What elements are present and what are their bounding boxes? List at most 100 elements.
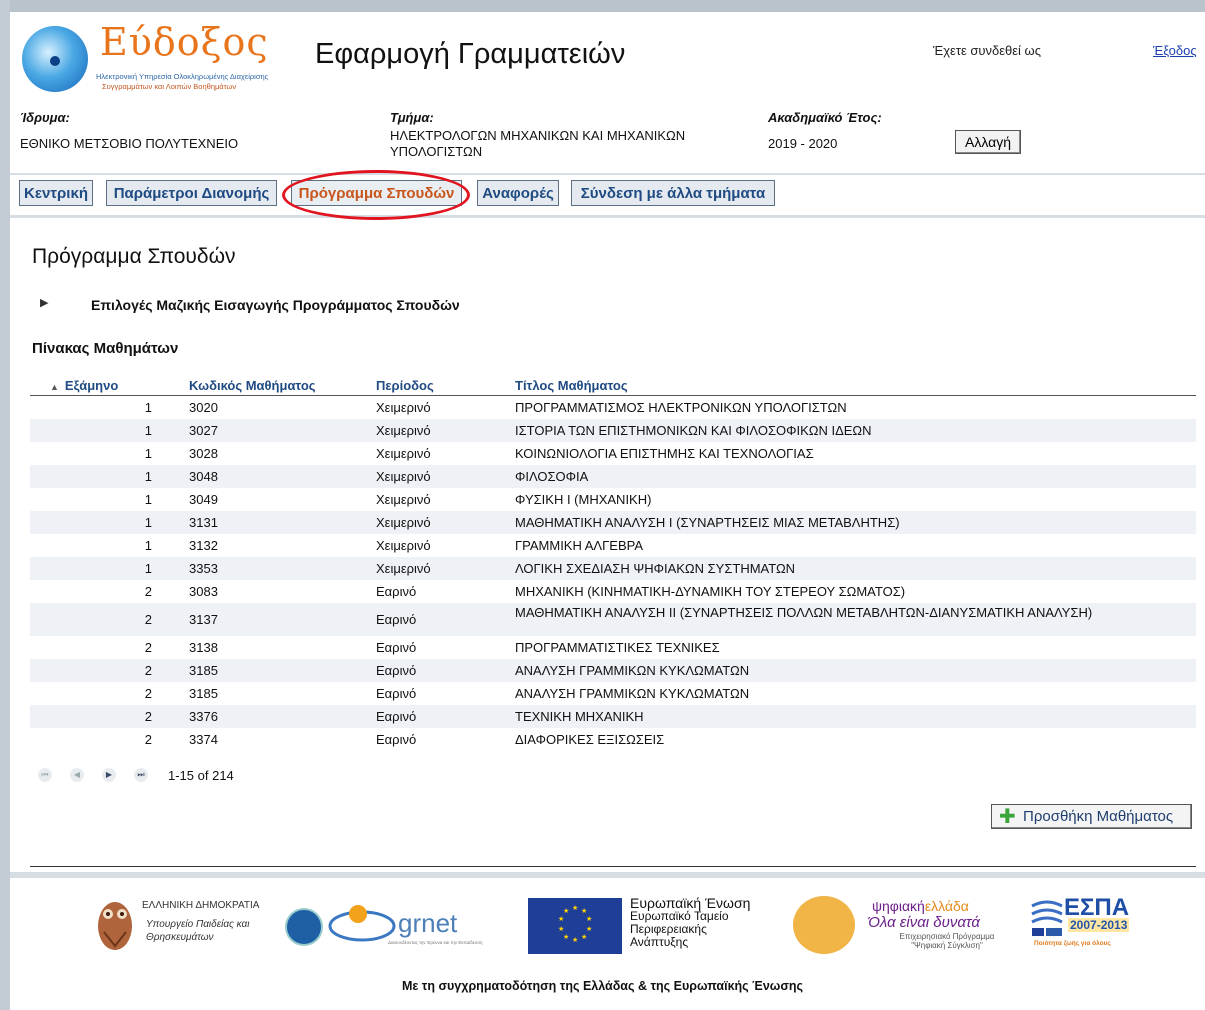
logo-name: Εύδοξος [100,20,269,64]
tab-home[interactable]: Κεντρική [19,180,93,206]
app-title: Εφαρμογή Γραμματειών [315,38,626,70]
cell-semester: 1 [144,423,152,438]
table-row[interactable]: 1 3353 Χειμερινό ΛΟΓΙΚΗ ΣΧΕΔΙΑΣΗ ΨΗΦΙΑΚΩΝ Σ… [30,557,1196,580]
table-body: 1 3020 Χειμερινό ΠΡΟΓΡΑΜΜΑΤΙΣΜΟΣ ΗΛΕΚΤΡΟΝΙΚ… [30,396,1196,751]
cell-course-code: 3048 [189,469,218,484]
table-row[interactable]: 1 3028 Χειμερινό ΚΟΙΝΩΝΙΟΛΟΓΙΑ ΕΠΙΣΤΗΜΗΣ ΚΑ… [30,442,1196,465]
cell-semester: 1 [144,400,152,415]
cell-period: Χειμερινό [376,423,431,438]
cell-period: Εαρινό [376,612,417,627]
cell-semester: 2 [144,640,152,655]
tab-reports[interactable]: Αναφορές [477,180,559,206]
previous-page-icon[interactable]: ◀ [70,768,84,782]
cell-period: Εαρινό [376,663,417,678]
logo-subtitle-2: Συγγραμμάτων και Λοιπών Βοηθημάτων [102,82,237,91]
table-row[interactable]: 2 3138 Εαρινό ΠΡΟΓΡΑΜΜΑΤΙΣΤΙΚΕΣ ΤΕΧΝΙΚΕΣ [30,636,1196,659]
change-year-button[interactable]: Αλλαγή [955,130,1021,154]
table-row[interactable]: 1 3020 Χειμερινό ΠΡΟΓΡΑΜΜΑΤΙΣΜΟΣ ΗΛΕΚΤΡΟΝΙΚ… [30,396,1196,419]
cell-title: ΦΥΣΙΚΗ Ι (ΜΗΧΑΝΙΚΗ) [515,492,652,507]
cell-semester: 1 [144,561,152,576]
cell-period: Χειμερινό [376,492,431,507]
cell-period: Χειμερινό [376,446,431,461]
svg-text:★: ★ [581,933,587,941]
table-row[interactable]: 2 3374 Εαρινό ΔΙΑΦΟΡΙΚΕΣ ΕΞΙΣΩΣΕΙΣ [30,728,1196,751]
cell-course-code: 3083 [189,584,218,599]
column-header-course-code[interactable]: Κωδικός Μαθήματος [189,378,316,393]
espa-waves-icon [1031,900,1063,936]
espa-logo: ΕΣΠΑ 2007-2013 Ποιότητα ζωής για όλους [1030,894,1130,954]
table-row[interactable]: 2 3185 Εαρινό ΑΝΑΛΥΣΗ ΓΡΑΜΜΙΚΩΝ ΚΥΚΛΩΜΑΤΩΝ [30,659,1196,682]
cell-title: ΑΝΑΛΥΣΗ ΓΡΑΜΜΙΚΩΝ ΚΥΚΛΩΜΑΤΩΝ [515,663,750,678]
cell-period: Χειμερινό [376,469,431,484]
plus-icon: ✚ [999,806,1016,828]
table-header: ▲ Εξάμηνο Κωδικός Μαθήματος Περίοδος Τίτλ… [30,375,1196,396]
bulk-import-toggle[interactable]: Επιλογές Μαζικής Εισαγωγής Προγράμματος … [91,297,460,313]
grnet-logo[interactable]: grnet Διασυνδέοντας την Έρευνα και την Ε… [326,894,526,954]
svg-text:★: ★ [586,925,592,933]
cell-title: ΓΡΑΜΜΙΚΗ ΑΛΓΕΒΡΑ [515,538,643,553]
last-page-icon[interactable]: ⏭ [134,768,148,782]
cell-period: Εαρινό [376,732,417,747]
cell-course-code: 3137 [189,612,218,627]
cell-title: ΜΗΧΑΝΙΚΗ (ΚΙΝΗΜΑΤΙΚΗ-ΔΥΝΑΜΙΚΗ ΤΟΥ ΣΤΕΡΕΟ… [515,584,906,599]
grnet-arc-icon [328,905,396,942]
cell-course-code: 3049 [189,492,218,507]
sort-asc-icon: ▲ [50,382,59,392]
digital-greece-title: ψηφιακήελλάδα [872,898,969,914]
department-label: Τμήμα: [390,110,434,125]
tab-link-departments[interactable]: Σύνδεση με άλλα τμήματα [571,180,775,206]
tab-distribution-parameters[interactable]: Παράμετροι Διανομής [106,180,277,206]
first-page-icon[interactable]: ⏮ [38,768,52,782]
expand-triangle-icon[interactable]: ▶ [40,296,48,309]
cell-title: ΦΙΛΟΣΟΦΙΑ [515,469,589,484]
espa-years: 2007-2013 [1068,918,1130,932]
institution-label: Ίδρυμα: [20,110,70,125]
browser-frame-top [0,0,1205,12]
cell-period: Χειμερινό [376,561,431,576]
svg-text:★: ★ [572,904,578,912]
table-row[interactable]: 2 3083 Εαρινό ΜΗΧΑΝΙΚΗ (ΚΙΝΗΜΑΤΙΚΗ-ΔΥΝΑΜΙΚΗ… [30,580,1196,603]
department-value: ΗΛΕΚΤΡΟΛΟΓΩΝ ΜΗΧΑΝΙΚΩΝ ΚΑΙ ΜΗΧΑΝΙΚΩΝ ΥΠΟ… [390,128,686,159]
cell-course-code: 3376 [189,709,218,724]
cell-title: ΑΝΑΛΥΣΗ ΓΡΑΜΜΙΚΩΝ ΚΥΚΛΩΜΑΤΩΝ [515,686,750,701]
eudoxus-logo[interactable]: Εύδοξος Ηλεκτρονική Υπηρεσία Ολοκληρωμέν… [22,20,292,96]
column-header-semester[interactable]: ▲ Εξάμηνο [50,378,118,393]
funding-note: Με τη συγχρηματοδότηση της Ελλάδας & της… [401,979,804,993]
cell-period: Εαρινό [376,709,417,724]
cell-semester: 2 [144,732,152,747]
table-row[interactable]: 2 3376 Εαρινό ΤΕΧΝΙΚΗ ΜΗΧΑΝΙΚΗ [30,705,1196,728]
logo-subtitle-1: Ηλεκτρονική Υπηρεσία Ολοκληρωμένης Διαχε… [96,72,269,81]
cell-course-code: 3027 [189,423,218,438]
table-row[interactable]: 1 3048 Χειμερινό ΦΙΛΟΣΟΦΙΑ [30,465,1196,488]
cell-course-code: 3374 [189,732,218,747]
page-title: Πρόγραμμα Σπουδών [32,245,236,268]
table-row[interactable]: 2 3185 Εαρινό ΑΝΑΛΥΣΗ ΓΡΑΜΜΙΚΩΝ ΚΥΚΛΩΜΑΤΩΝ [30,682,1196,705]
svg-text:★: ★ [563,907,569,915]
greek-emblem-icon [285,908,323,946]
academic-year-value: 2019 - 2020 [768,136,838,151]
add-course-button[interactable]: ✚ Προσθήκη Μαθήματος [991,804,1192,829]
table-row[interactable]: 1 3049 Χειμερινό ΦΥΣΙΚΗ Ι (ΜΗΧΑΝΙΚΗ) [30,488,1196,511]
column-header-period[interactable]: Περίοδος [376,378,434,393]
logout-link[interactable]: Έξοδος [1153,43,1197,58]
footer-band [10,872,1205,878]
table-row[interactable]: 1 3132 Χειμερινό ΓΡΑΜΜΙΚΗ ΑΛΓΕΒΡΑ [30,534,1196,557]
svg-text:★: ★ [563,933,569,941]
cell-title: ΜΑΘΗΜΑΤΙΚΗ ΑΝΑΛΥΣΗ Ι (ΣΥΝΑΡΤΗΣΕΙΣ ΜΙΑΣ Μ… [515,515,900,530]
table-row[interactable]: 1 3027 Χειμερινό ΙΣΤΟΡΙΑ ΤΩΝ ΕΠΙΣΤΗΜΟΝΙΚΩΝ … [30,419,1196,442]
cell-period: Χειμερινό [376,515,431,530]
eu-flag-icon: ★ ★★★ ★★★★ ★★ [528,898,622,954]
cell-semester: 2 [144,612,152,627]
table-row[interactable]: 2 3137 Εαρινό ΜΑΘΗΜΑΤΙΚΗ ΑΝΑΛΥΣΗ ΙΙ (ΣΥΝΑΡΤ… [30,603,1196,636]
institution-value: ΕΘΝΙΚΟ ΜΕΤΣΟΒΙΟ ΠΟΛΥΤΕΧΝΕΙΟ [20,136,239,151]
column-header-title[interactable]: Τίτλος Μαθήματος [515,378,628,393]
cell-semester: 2 [144,663,152,678]
content-divider [30,866,1196,867]
cell-title: ΔΙΑΦΟΡΙΚΕΣ ΕΞΙΣΩΣΕΙΣ [515,732,665,747]
next-page-icon[interactable]: ▶ [102,768,116,782]
table-row[interactable]: 1 3131 Χειμερινό ΜΑΘΗΜΑΤΙΚΗ ΑΝΑΛΥΣΗ Ι (ΣΥΝΑ… [30,511,1196,534]
cell-course-code: 3028 [189,446,218,461]
cell-period: Χειμερινό [376,400,431,415]
cell-period: Χειμερινό [376,538,431,553]
svg-text:★: ★ [572,936,578,944]
